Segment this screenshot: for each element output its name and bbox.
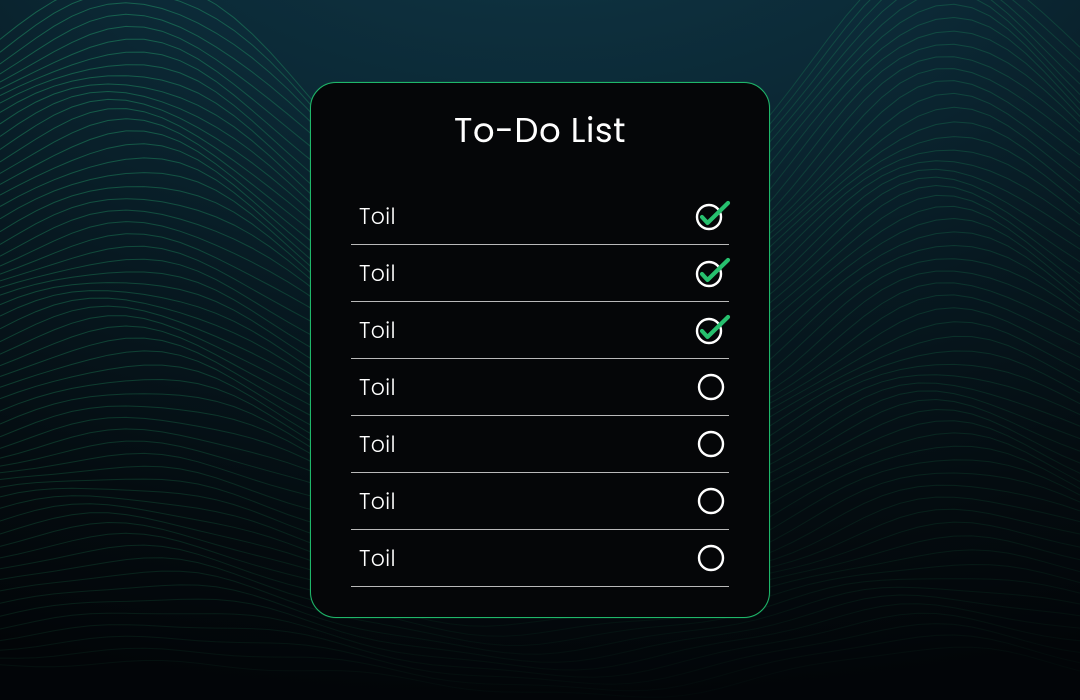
todo-item-label: Toil (359, 314, 396, 347)
todo-item-label: Toil (359, 257, 396, 290)
checkbox-unchecked-icon[interactable] (697, 544, 725, 572)
checkbox-checked-icon[interactable] (697, 259, 725, 287)
todo-card: To-Do List Toil Toil Toil Toil Toil Toil Toil (310, 82, 770, 618)
todo-item: Toil (351, 188, 729, 245)
todo-item: Toil (351, 245, 729, 302)
todo-item-label: Toil (359, 428, 396, 461)
checkbox-unchecked-icon[interactable] (697, 487, 725, 515)
todo-item-label: Toil (359, 371, 396, 404)
checkbox-checked-icon[interactable] (697, 316, 725, 344)
todo-item: Toil (351, 359, 729, 416)
todo-item: Toil (351, 302, 729, 359)
todo-item-label: Toil (359, 485, 396, 518)
todo-item: Toil (351, 530, 729, 587)
todo-item-label: Toil (359, 542, 396, 575)
checkbox-unchecked-icon[interactable] (697, 373, 725, 401)
checkbox-unchecked-icon[interactable] (697, 430, 725, 458)
todo-list: Toil Toil Toil Toil Toil Toil Toil (351, 188, 729, 587)
checkbox-checked-icon[interactable] (697, 202, 725, 230)
card-title: To-Do List (351, 105, 729, 156)
todo-item-label: Toil (359, 200, 396, 233)
todo-item: Toil (351, 473, 729, 530)
todo-item: Toil (351, 416, 729, 473)
